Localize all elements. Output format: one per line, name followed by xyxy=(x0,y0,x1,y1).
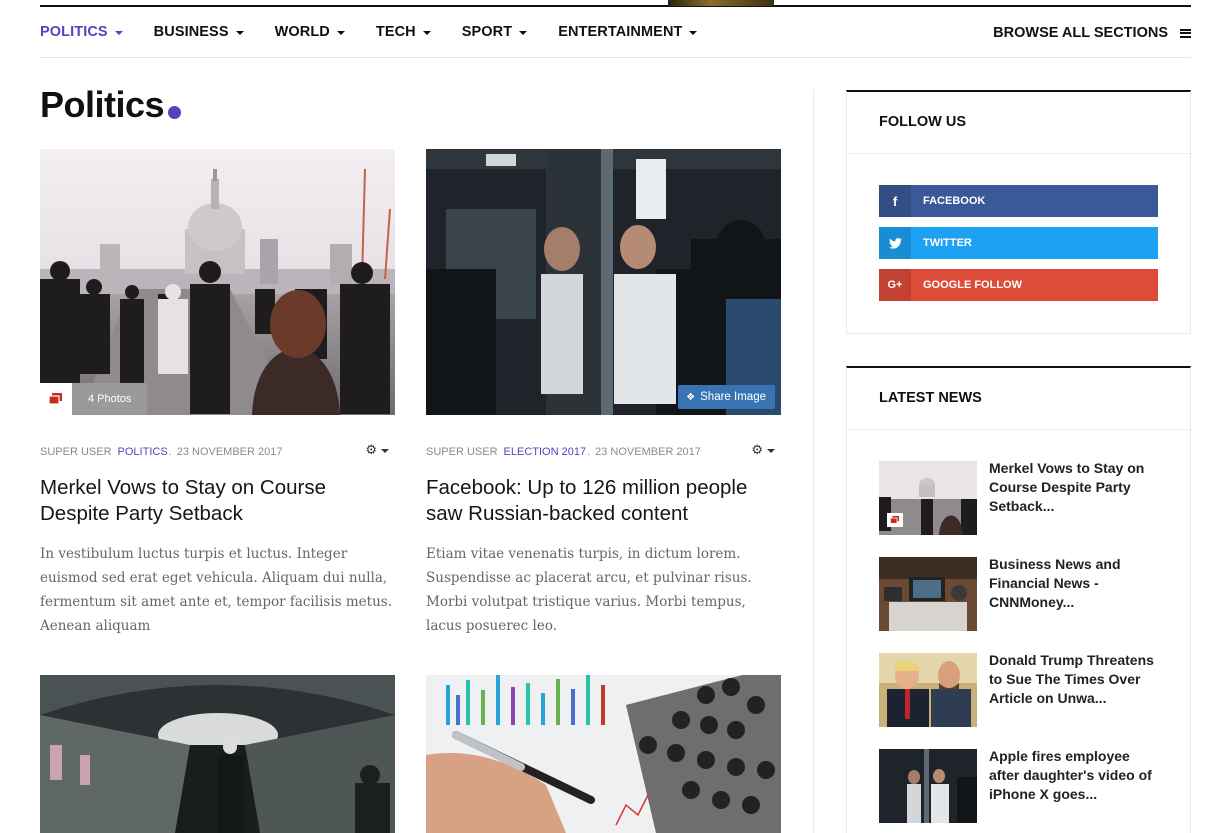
latest-news-widget: LATEST NEWS Merkel Vows to Stay on Cours… xyxy=(846,366,1191,833)
category-link[interactable]: ELECTION 2017 xyxy=(504,446,587,458)
twitter-icon xyxy=(879,227,911,259)
latest-news-item[interactable]: Merkel Vows to Stay on Course Despite Pa… xyxy=(879,459,1190,535)
article-image-link[interactable]: 4 Photos xyxy=(40,149,395,415)
article-date: 23 NOVEMBER 2017 xyxy=(176,446,283,458)
share-image-button[interactable]: ❖ Share Image xyxy=(678,385,775,409)
facebook-button[interactable]: f FACEBOOK xyxy=(879,185,1158,217)
caret-down-icon xyxy=(519,31,528,35)
author-link[interactable]: SUPER USER xyxy=(40,446,112,458)
page-title: Politics xyxy=(40,84,182,126)
london-bridge-photo xyxy=(40,149,395,415)
share-image-label: Share Image xyxy=(700,391,766,403)
article-card xyxy=(426,675,781,833)
caret-down-icon xyxy=(767,449,775,453)
twitter-button[interactable]: TWITTER xyxy=(879,227,1158,259)
facebook-label: FACEBOOK xyxy=(923,195,986,207)
nav-item-label: SPORT xyxy=(461,24,513,40)
latest-news-title[interactable]: Donald Trump Threatens to Sue The Times … xyxy=(989,651,1164,727)
article-meta: SUPER USER POLITICS. 23 NOVEMBER 2017 ⚙ xyxy=(40,442,395,459)
facebook-icon: f xyxy=(879,185,911,217)
nav-item-label: ENTERTAINMENT xyxy=(558,24,683,40)
article-excerpt: Etiam vitae venenatis turpis, in dictum … xyxy=(426,546,752,634)
subway-train-photo xyxy=(426,149,781,415)
article-image-link[interactable]: ❖ Share Image xyxy=(426,149,781,415)
article-image-link[interactable] xyxy=(40,675,395,833)
nav-item-politics[interactable]: POLITICS xyxy=(40,24,123,40)
nav-item-entertainment[interactable]: ENTERTAINMENT xyxy=(558,24,698,40)
article-excerpt: In vestibulum luctus turpis et luctus. I… xyxy=(40,546,392,634)
browse-all-sections-label: BROWSE ALL SECTIONS xyxy=(993,24,1168,41)
nav-item-label: TECH xyxy=(375,24,416,40)
layers-icon: ❖ xyxy=(686,391,696,403)
calculator-chart-photo xyxy=(426,675,781,833)
latest-news-title[interactable]: Merkel Vows to Stay on Course Despite Pa… xyxy=(989,459,1164,535)
article-image-link[interactable] xyxy=(426,675,781,833)
latest-news-thumbnail[interactable] xyxy=(879,461,977,535)
article-card: ❖ Share Image SUPER USER ELECTION 2017. … xyxy=(426,149,781,638)
latest-news-thumbnail[interactable] xyxy=(879,749,977,823)
social-buttons: f FACEBOOK TWITTER G+ GOOGLE FOLLOW xyxy=(847,154,1190,332)
author-link[interactable]: SUPER USER xyxy=(426,446,498,458)
nav-item-label: WORLD xyxy=(274,24,330,40)
escalator-tunnel-photo xyxy=(40,675,395,833)
meta-separator: . xyxy=(168,446,172,458)
category-link[interactable]: POLITICS xyxy=(118,446,168,458)
article-tools-button[interactable]: ⚙ xyxy=(751,442,775,458)
follow-us-widget: FOLLOW US f FACEBOOK TWITTER G+ GOOGLE F… xyxy=(846,90,1191,334)
latest-news-title[interactable]: Apple fires employee after daughter's vi… xyxy=(989,747,1164,823)
title-accent-dot xyxy=(168,106,182,119)
caret-down-icon xyxy=(381,449,389,453)
meta-separator: . xyxy=(587,446,591,458)
caret-down-icon xyxy=(336,31,345,35)
google-follow-button[interactable]: G+ GOOGLE FOLLOW xyxy=(879,269,1158,301)
article-title[interactable]: Merkel Vows to Stay on Course Despite Pa… xyxy=(40,475,395,527)
logo-image-edge xyxy=(668,0,774,6)
nav-item-world[interactable]: WORLD xyxy=(275,24,345,40)
nav-item-label: POLITICS xyxy=(40,24,108,40)
latest-news-item[interactable]: Apple fires employee after daughter's vi… xyxy=(879,747,1190,823)
latest-news-title[interactable]: Business News and Financial News - CNNMo… xyxy=(989,555,1164,631)
article-card: 4 Photos SUPER USER POLITICS. 23 NOVEMBE… xyxy=(40,149,395,638)
latest-news-item[interactable]: Business News and Financial News - CNNMo… xyxy=(879,555,1190,631)
caret-down-icon xyxy=(235,31,244,35)
article-title[interactable]: Facebook: Up to 126 million people saw R… xyxy=(426,475,781,527)
article-meta: SUPER USER ELECTION 2017. 23 NOVEMBER 20… xyxy=(426,442,781,459)
gear-icon: ⚙ xyxy=(365,442,377,457)
twitter-label: TWITTER xyxy=(923,237,972,249)
article-card xyxy=(40,675,395,833)
photos-count-label: 4 Photos xyxy=(72,383,148,415)
latest-news-list: Merkel Vows to Stay on Course Despite Pa… xyxy=(847,430,1190,823)
nav-item-sport[interactable]: SPORT xyxy=(461,24,528,40)
latest-news-thumbnail[interactable] xyxy=(879,653,977,727)
nav-item-tech[interactable]: TECH xyxy=(376,24,431,40)
latest-news-thumbnail[interactable] xyxy=(879,557,977,631)
nav-item-business[interactable]: BUSINESS xyxy=(154,24,244,40)
google-plus-icon: G+ xyxy=(879,269,911,301)
caret-down-icon xyxy=(689,31,698,35)
widget-title: FOLLOW US xyxy=(847,92,1190,154)
nav-item-label: BUSINESS xyxy=(153,24,229,40)
widget-title: LATEST NEWS xyxy=(847,368,1190,430)
browse-all-sections-button[interactable]: BROWSE ALL SECTIONS xyxy=(993,7,1191,58)
page-title-text: Politics xyxy=(40,84,165,125)
column-divider xyxy=(813,90,814,833)
gallery-icon xyxy=(40,383,72,415)
google-follow-label: GOOGLE FOLLOW xyxy=(923,279,1022,291)
latest-news-item[interactable]: Donald Trump Threatens to Sue The Times … xyxy=(879,651,1190,727)
caret-down-icon xyxy=(422,31,431,35)
gear-icon: ⚙ xyxy=(751,442,763,457)
article-date: 23 NOVEMBER 2017 xyxy=(595,446,701,458)
caret-down-icon xyxy=(114,31,123,35)
hamburger-menu-icon xyxy=(1180,28,1191,38)
article-tools-button[interactable]: ⚙ xyxy=(365,442,389,458)
photos-badge[interactable]: 4 Photos xyxy=(40,383,148,415)
gallery-icon xyxy=(887,513,903,527)
main-nav: POLITICS BUSINESS WORLD TECH SPORT ENTER… xyxy=(40,7,1191,58)
